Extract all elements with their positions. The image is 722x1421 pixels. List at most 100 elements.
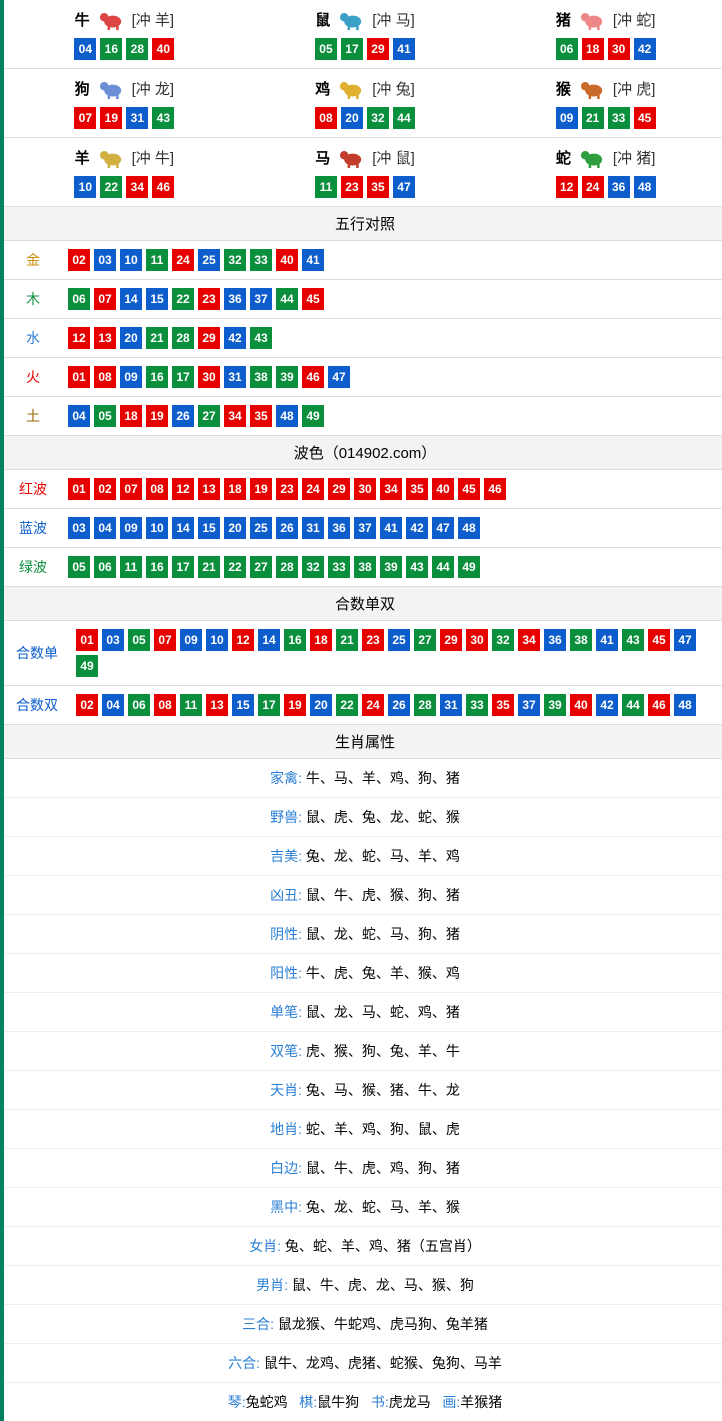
- number-ball: 22: [172, 288, 194, 310]
- zodiac-name: 牛: [75, 9, 90, 30]
- number-ball: 10: [206, 629, 228, 651]
- number-ball: 30: [354, 478, 376, 500]
- attr-row: 野兽: 鼠、虎、兔、龙、蛇、猴: [4, 798, 722, 837]
- attr-row: 单笔: 鼠、龙、马、蛇、鸡、猪: [4, 993, 722, 1032]
- attr-label: 阳性:: [270, 965, 302, 981]
- number-ball: 05: [315, 38, 337, 60]
- zodiac-clash: [冲 马]: [372, 9, 415, 30]
- attr-value: 兔、龙、蛇、马、羊、猴: [306, 1199, 460, 1215]
- number-ball: 46: [152, 176, 174, 198]
- number-ball: 12: [172, 478, 194, 500]
- number-ball: 03: [102, 629, 124, 651]
- number-ball: 17: [341, 38, 363, 60]
- attr-label: 琴:: [228, 1394, 246, 1410]
- attr-label: 阴性:: [270, 926, 302, 942]
- number-ball: 35: [250, 405, 272, 427]
- attr-label: 画:: [442, 1394, 460, 1410]
- wuxing-header: 五行对照: [4, 207, 722, 241]
- number-ball: 07: [154, 629, 176, 651]
- attr-value: 鼠、牛、虎、猴、狗、猪: [306, 887, 460, 903]
- number-ball: 42: [224, 327, 246, 349]
- number-ball: 45: [458, 478, 480, 500]
- attr-tail-row: 琴:兔蛇鸡 棋:鼠牛狗 书:虎龙马 画:羊猴猪: [4, 1383, 722, 1421]
- number-ball: 14: [258, 629, 280, 651]
- number-ball: 35: [367, 176, 389, 198]
- number-ball: 28: [414, 694, 436, 716]
- number-ball: 08: [146, 478, 168, 500]
- number-ball: 48: [674, 694, 696, 716]
- table-row: 水1213202128294243: [4, 319, 722, 358]
- number-ball: 27: [198, 405, 220, 427]
- number-ball: 20: [310, 694, 332, 716]
- number-ball: 18: [582, 38, 604, 60]
- number-ball: 04: [94, 517, 116, 539]
- attr-row: 吉美: 兔、龙、蛇、马、羊、鸡: [4, 837, 722, 876]
- number-ball: 13: [94, 327, 116, 349]
- bose-header: 波色（014902.com）: [4, 436, 722, 470]
- table-row: 红波0102070812131819232429303435404546: [4, 470, 722, 509]
- number-ball: 40: [432, 478, 454, 500]
- attr-label: 吉美:: [270, 848, 302, 864]
- number-ball: 46: [648, 694, 670, 716]
- table-row: 合数单0103050709101214161821232527293032343…: [4, 621, 722, 686]
- number-ball: 35: [492, 694, 514, 716]
- zodiac-icon: [334, 75, 368, 101]
- row-label: 土: [4, 397, 62, 436]
- number-ball: 29: [198, 327, 220, 349]
- number-ball: 34: [224, 405, 246, 427]
- number-ball: 33: [466, 694, 488, 716]
- number-ball: 07: [74, 107, 96, 129]
- attr-label: 棋:: [299, 1394, 317, 1410]
- heshu-header: 合数单双: [4, 587, 722, 621]
- number-ball: 39: [380, 556, 402, 578]
- number-ball: 07: [94, 288, 116, 310]
- zodiac-cell: 羊[冲 牛]10223446: [4, 138, 245, 207]
- zodiac-icon: [334, 6, 368, 32]
- attr-value: 羊猴猪: [460, 1394, 502, 1410]
- attr-value: 虎、猴、狗、兔、羊、牛: [306, 1043, 460, 1059]
- attr-value: 兔、蛇、羊、鸡、猪（五宫肖）: [285, 1238, 481, 1254]
- number-ball: 05: [94, 405, 116, 427]
- number-ball: 30: [198, 366, 220, 388]
- attr-value: 鼠、牛、虎、龙、马、猴、狗: [292, 1277, 474, 1293]
- number-ball: 32: [224, 249, 246, 271]
- number-ball: 11: [120, 556, 142, 578]
- attr-value: 兔蛇鸡: [246, 1394, 288, 1410]
- number-ball: 15: [232, 694, 254, 716]
- number-ball: 49: [302, 405, 324, 427]
- number-ball: 14: [120, 288, 142, 310]
- number-ball: 08: [154, 694, 176, 716]
- number-ball: 22: [224, 556, 246, 578]
- number-ball: 29: [440, 629, 462, 651]
- number-ball: 28: [172, 327, 194, 349]
- number-ball: 40: [152, 38, 174, 60]
- number-ball: 08: [94, 366, 116, 388]
- attr-row: 凶丑: 鼠、牛、虎、猴、狗、猪: [4, 876, 722, 915]
- number-ball: 48: [634, 176, 656, 198]
- zodiac-clash: [冲 虎]: [613, 78, 656, 99]
- number-ball: 25: [198, 249, 220, 271]
- number-ball: 24: [362, 694, 384, 716]
- number-ball: 21: [336, 629, 358, 651]
- number-ball: 38: [250, 366, 272, 388]
- number-ball: 29: [367, 38, 389, 60]
- attr-label: 野兽:: [270, 809, 302, 825]
- attr-value: 鼠、龙、蛇、马、狗、猪: [306, 926, 460, 942]
- number-ball: 15: [198, 517, 220, 539]
- number-ball: 45: [648, 629, 670, 651]
- zodiac-icon: [334, 144, 368, 170]
- attr-row: 阴性: 鼠、龙、蛇、马、狗、猪: [4, 915, 722, 954]
- attr-label: 六合:: [228, 1355, 260, 1371]
- number-ball: 48: [458, 517, 480, 539]
- number-ball: 09: [180, 629, 202, 651]
- number-ball: 42: [634, 38, 656, 60]
- number-ball: 43: [152, 107, 174, 129]
- number-ball: 36: [328, 517, 350, 539]
- number-ball: 47: [674, 629, 696, 651]
- number-ball: 27: [250, 556, 272, 578]
- number-ball: 09: [120, 517, 142, 539]
- number-ball: 27: [414, 629, 436, 651]
- table-row: 合数双0204060811131517192022242628313335373…: [4, 686, 722, 725]
- attr-value: 牛、虎、兔、羊、猴、鸡: [306, 965, 460, 981]
- attr-row: 阳性: 牛、虎、兔、羊、猴、鸡: [4, 954, 722, 993]
